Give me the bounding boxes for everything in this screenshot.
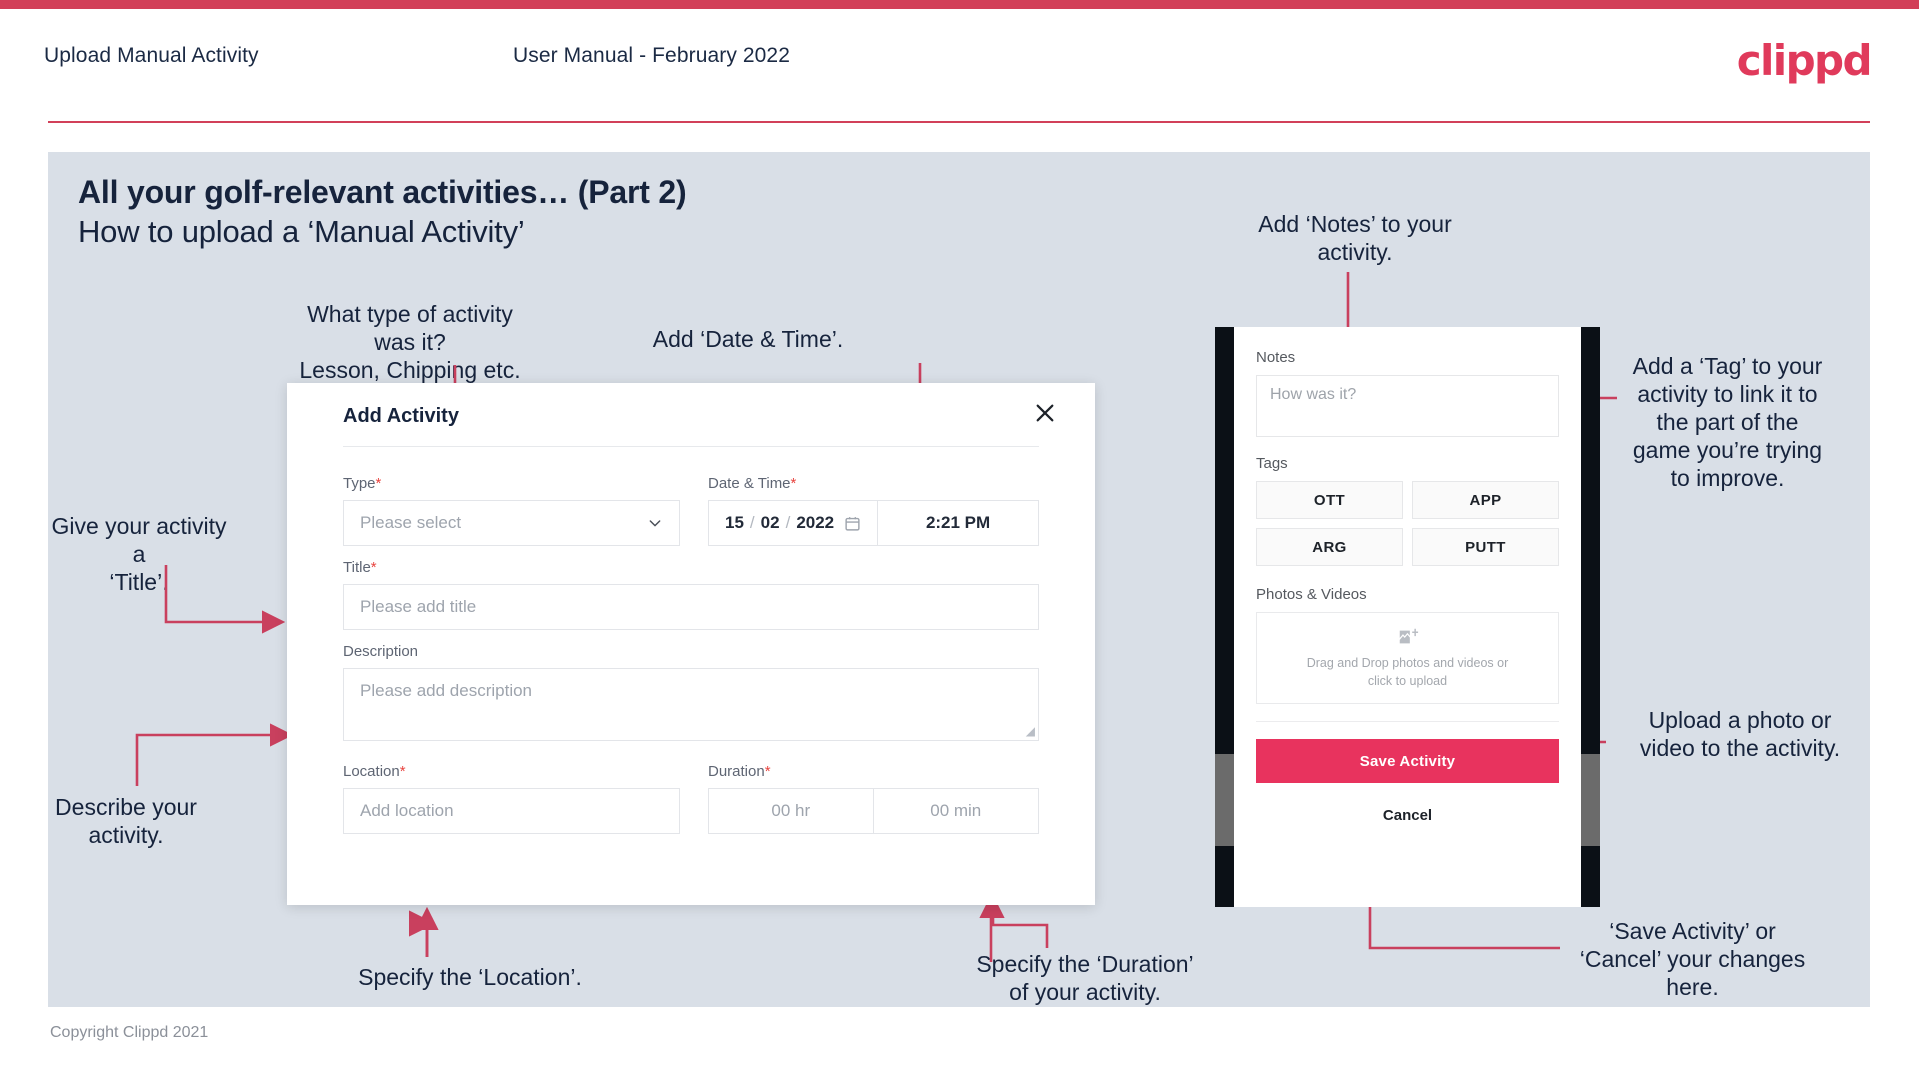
page-subtitle: How to upload a ‘Manual Activity’	[78, 214, 525, 249]
add-activity-modal: Add Activity Type* Please select Date & …	[287, 383, 1095, 905]
annotation-location: Specify the ‘Location’.	[358, 964, 582, 990]
tag-button-ott[interactable]: OTT	[1256, 481, 1403, 519]
notes-textarea[interactable]: How was it?	[1256, 375, 1559, 437]
chevron-down-icon	[649, 520, 661, 527]
date-sep: /	[785, 513, 791, 532]
time-input[interactable]: 2:21 PM	[878, 501, 1038, 545]
location-input[interactable]: Add location	[343, 788, 680, 834]
header-title: Upload Manual Activity	[44, 44, 259, 67]
tags-grid: OTT APP ARG PUTT	[1256, 481, 1559, 566]
required-marker: *	[790, 475, 797, 492]
description-placeholder: Please add description	[360, 681, 533, 700]
modal-header: Add Activity	[287, 383, 1095, 447]
photo-upload-dropzone[interactable]: Drag and Drop photos and videos or click…	[1256, 612, 1559, 704]
tag-button-arg[interactable]: ARG	[1256, 528, 1403, 566]
duration-hours-input[interactable]: 00 hr	[709, 789, 874, 833]
clippd-logo: clippd	[1736, 36, 1873, 85]
field-label-description: Description	[343, 643, 419, 660]
field-type: Type* Please select	[343, 475, 680, 546]
field-label-duration: Duration*	[708, 763, 771, 780]
field-title: Title* Please add title	[343, 559, 1039, 630]
date-day: 15	[725, 513, 744, 532]
field-label-type: Type*	[343, 475, 382, 492]
date-month: 02	[760, 513, 780, 532]
resize-handle-icon[interactable]: ◢	[1026, 724, 1035, 738]
phone-side-button-left	[1215, 754, 1234, 846]
photos-videos-label: Photos & Videos	[1256, 586, 1367, 603]
slide-page: Upload Manual Activity User Manual - Feb…	[0, 0, 1919, 1079]
field-datetime: Date & Time* 15 / 02 / 2022 2:21 PM	[708, 475, 1039, 546]
field-description: Description Please add description ◢	[343, 643, 1039, 741]
phone-side-button-right	[1581, 754, 1600, 846]
cancel-button[interactable]: Cancel	[1256, 807, 1559, 824]
annotation-save-cancel: ‘Save Activity’ or ‘Cancel’ your changes…	[1579, 918, 1806, 1001]
required-marker: *	[370, 559, 377, 576]
phone-mockup: Notes How was it? Tags OTT APP ARG PUTT …	[1215, 327, 1600, 907]
phone-divider	[1256, 721, 1559, 722]
field-duration: Duration* 00 hr 00 min	[708, 763, 1039, 834]
annotation-description: Describe your activity.	[55, 794, 197, 849]
required-marker: *	[764, 763, 771, 780]
phone-frame-left	[1215, 327, 1234, 907]
add-image-icon	[1399, 628, 1418, 644]
phone-screen: Notes How was it? Tags OTT APP ARG PUTT …	[1234, 327, 1581, 907]
type-select[interactable]: Please select	[343, 500, 680, 546]
required-marker: *	[399, 763, 406, 780]
type-select-value: Please select	[360, 513, 462, 532]
annotation-type: What type of activity was it? Lesson, Ch…	[299, 301, 521, 384]
field-location: Location* Add location	[343, 763, 680, 834]
modal-title: Add Activity	[343, 405, 459, 427]
annotation-notes: Add ‘Notes’ to your activity.	[1258, 211, 1452, 266]
close-icon[interactable]	[1029, 397, 1061, 429]
duration-minutes-input[interactable]: 00 min	[874, 789, 1039, 833]
page-title: All your golf-relevant activities… (Part…	[78, 174, 687, 210]
copyright-text: Copyright Clippd 2021	[50, 1024, 209, 1041]
required-marker: *	[375, 475, 382, 492]
date-sep: /	[749, 513, 755, 532]
calendar-icon[interactable]	[844, 515, 861, 532]
save-activity-button[interactable]: Save Activity	[1256, 739, 1559, 783]
tag-button-putt[interactable]: PUTT	[1412, 528, 1559, 566]
top-accent-bar	[0, 0, 1919, 9]
phone-frame-right	[1581, 327, 1600, 907]
tag-button-app[interactable]: APP	[1412, 481, 1559, 519]
notes-label: Notes	[1256, 349, 1296, 366]
datetime-control: 15 / 02 / 2022 2:21 PM	[708, 500, 1039, 546]
description-textarea[interactable]: Please add description ◢	[343, 668, 1039, 741]
annotation-upload: Upload a photo or video to the activity.	[1639, 707, 1841, 762]
header-subtitle: User Manual - February 2022	[513, 44, 790, 67]
dropzone-text: Drag and Drop photos and videos or click…	[1306, 655, 1509, 688]
field-label-datetime: Date & Time*	[708, 475, 797, 492]
annotation-tags: Add a ‘Tag’ to your activity to link it …	[1632, 353, 1823, 492]
field-label-location: Location*	[343, 763, 406, 780]
date-input[interactable]: 15 / 02 / 2022	[709, 501, 879, 545]
field-label-title: Title*	[343, 559, 377, 576]
tags-label: Tags	[1256, 455, 1288, 472]
modal-divider	[343, 446, 1039, 447]
header-divider	[48, 121, 1870, 123]
annotation-datetime: Add ‘Date & Time’.	[652, 326, 844, 352]
date-year: 2022	[796, 513, 835, 532]
title-input[interactable]: Please add title	[343, 584, 1039, 630]
annotation-duration: Specify the ‘Duration’ of your activity.	[976, 951, 1194, 1006]
duration-control: 00 hr 00 min	[708, 788, 1039, 834]
annotation-title: Give your activity a ‘Title’.	[51, 513, 227, 596]
